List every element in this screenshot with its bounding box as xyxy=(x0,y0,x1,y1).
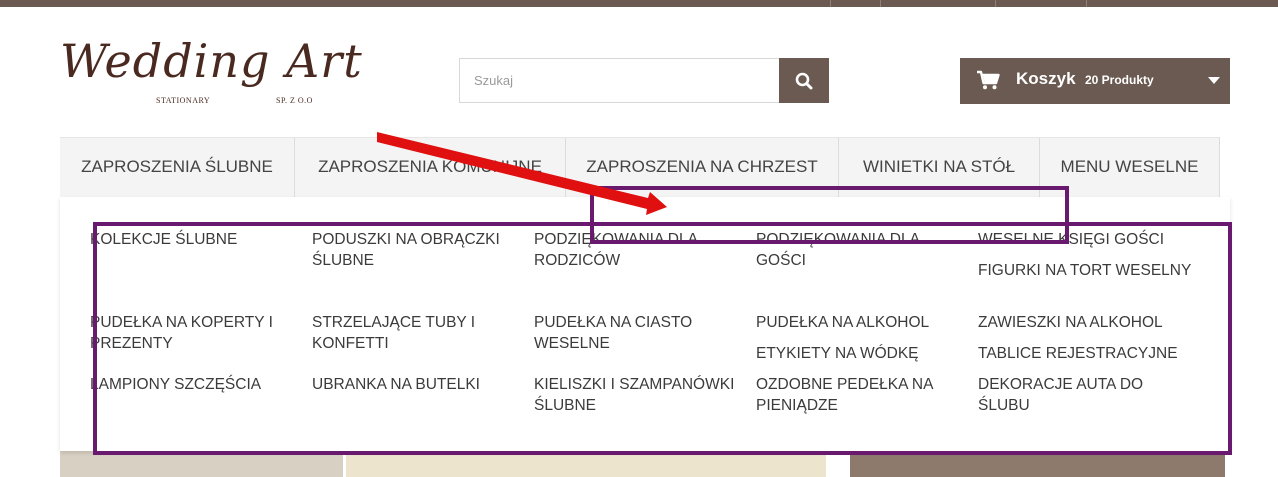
top-bar-divider xyxy=(830,0,831,7)
top-bar-divider xyxy=(1086,0,1087,7)
cart-button[interactable]: Koszyk 20 Produkty xyxy=(960,58,1230,104)
nav-item-zaproszenia-slubne[interactable]: ZAPROSZENIA ŚLUBNE xyxy=(60,138,295,198)
logo-subtitle-right: SP. Z O.O xyxy=(276,96,313,105)
search-icon xyxy=(795,72,813,89)
nav-item-zaproszenia-komunijne[interactable]: ZAPROSZENIA KOMUNIJNE xyxy=(295,138,566,198)
search-input[interactable] xyxy=(459,58,779,103)
annotation-highlight-box xyxy=(93,222,1232,455)
top-bar-divider xyxy=(880,0,881,7)
logo-title: Wedding Art xyxy=(60,34,363,88)
logo-subtitle-left: STATIONARY xyxy=(156,96,211,105)
top-bar xyxy=(0,0,1278,7)
search-button[interactable] xyxy=(779,58,829,103)
site-logo[interactable]: Wedding Art STATIONARY SP. Z O.O xyxy=(60,34,370,112)
chevron-down-icon xyxy=(1208,77,1220,84)
cart-icon xyxy=(977,70,1000,90)
top-bar-divider xyxy=(995,0,996,7)
cart-count: 20 Produkty xyxy=(1085,73,1154,87)
cart-label: Koszyk xyxy=(1016,69,1076,88)
